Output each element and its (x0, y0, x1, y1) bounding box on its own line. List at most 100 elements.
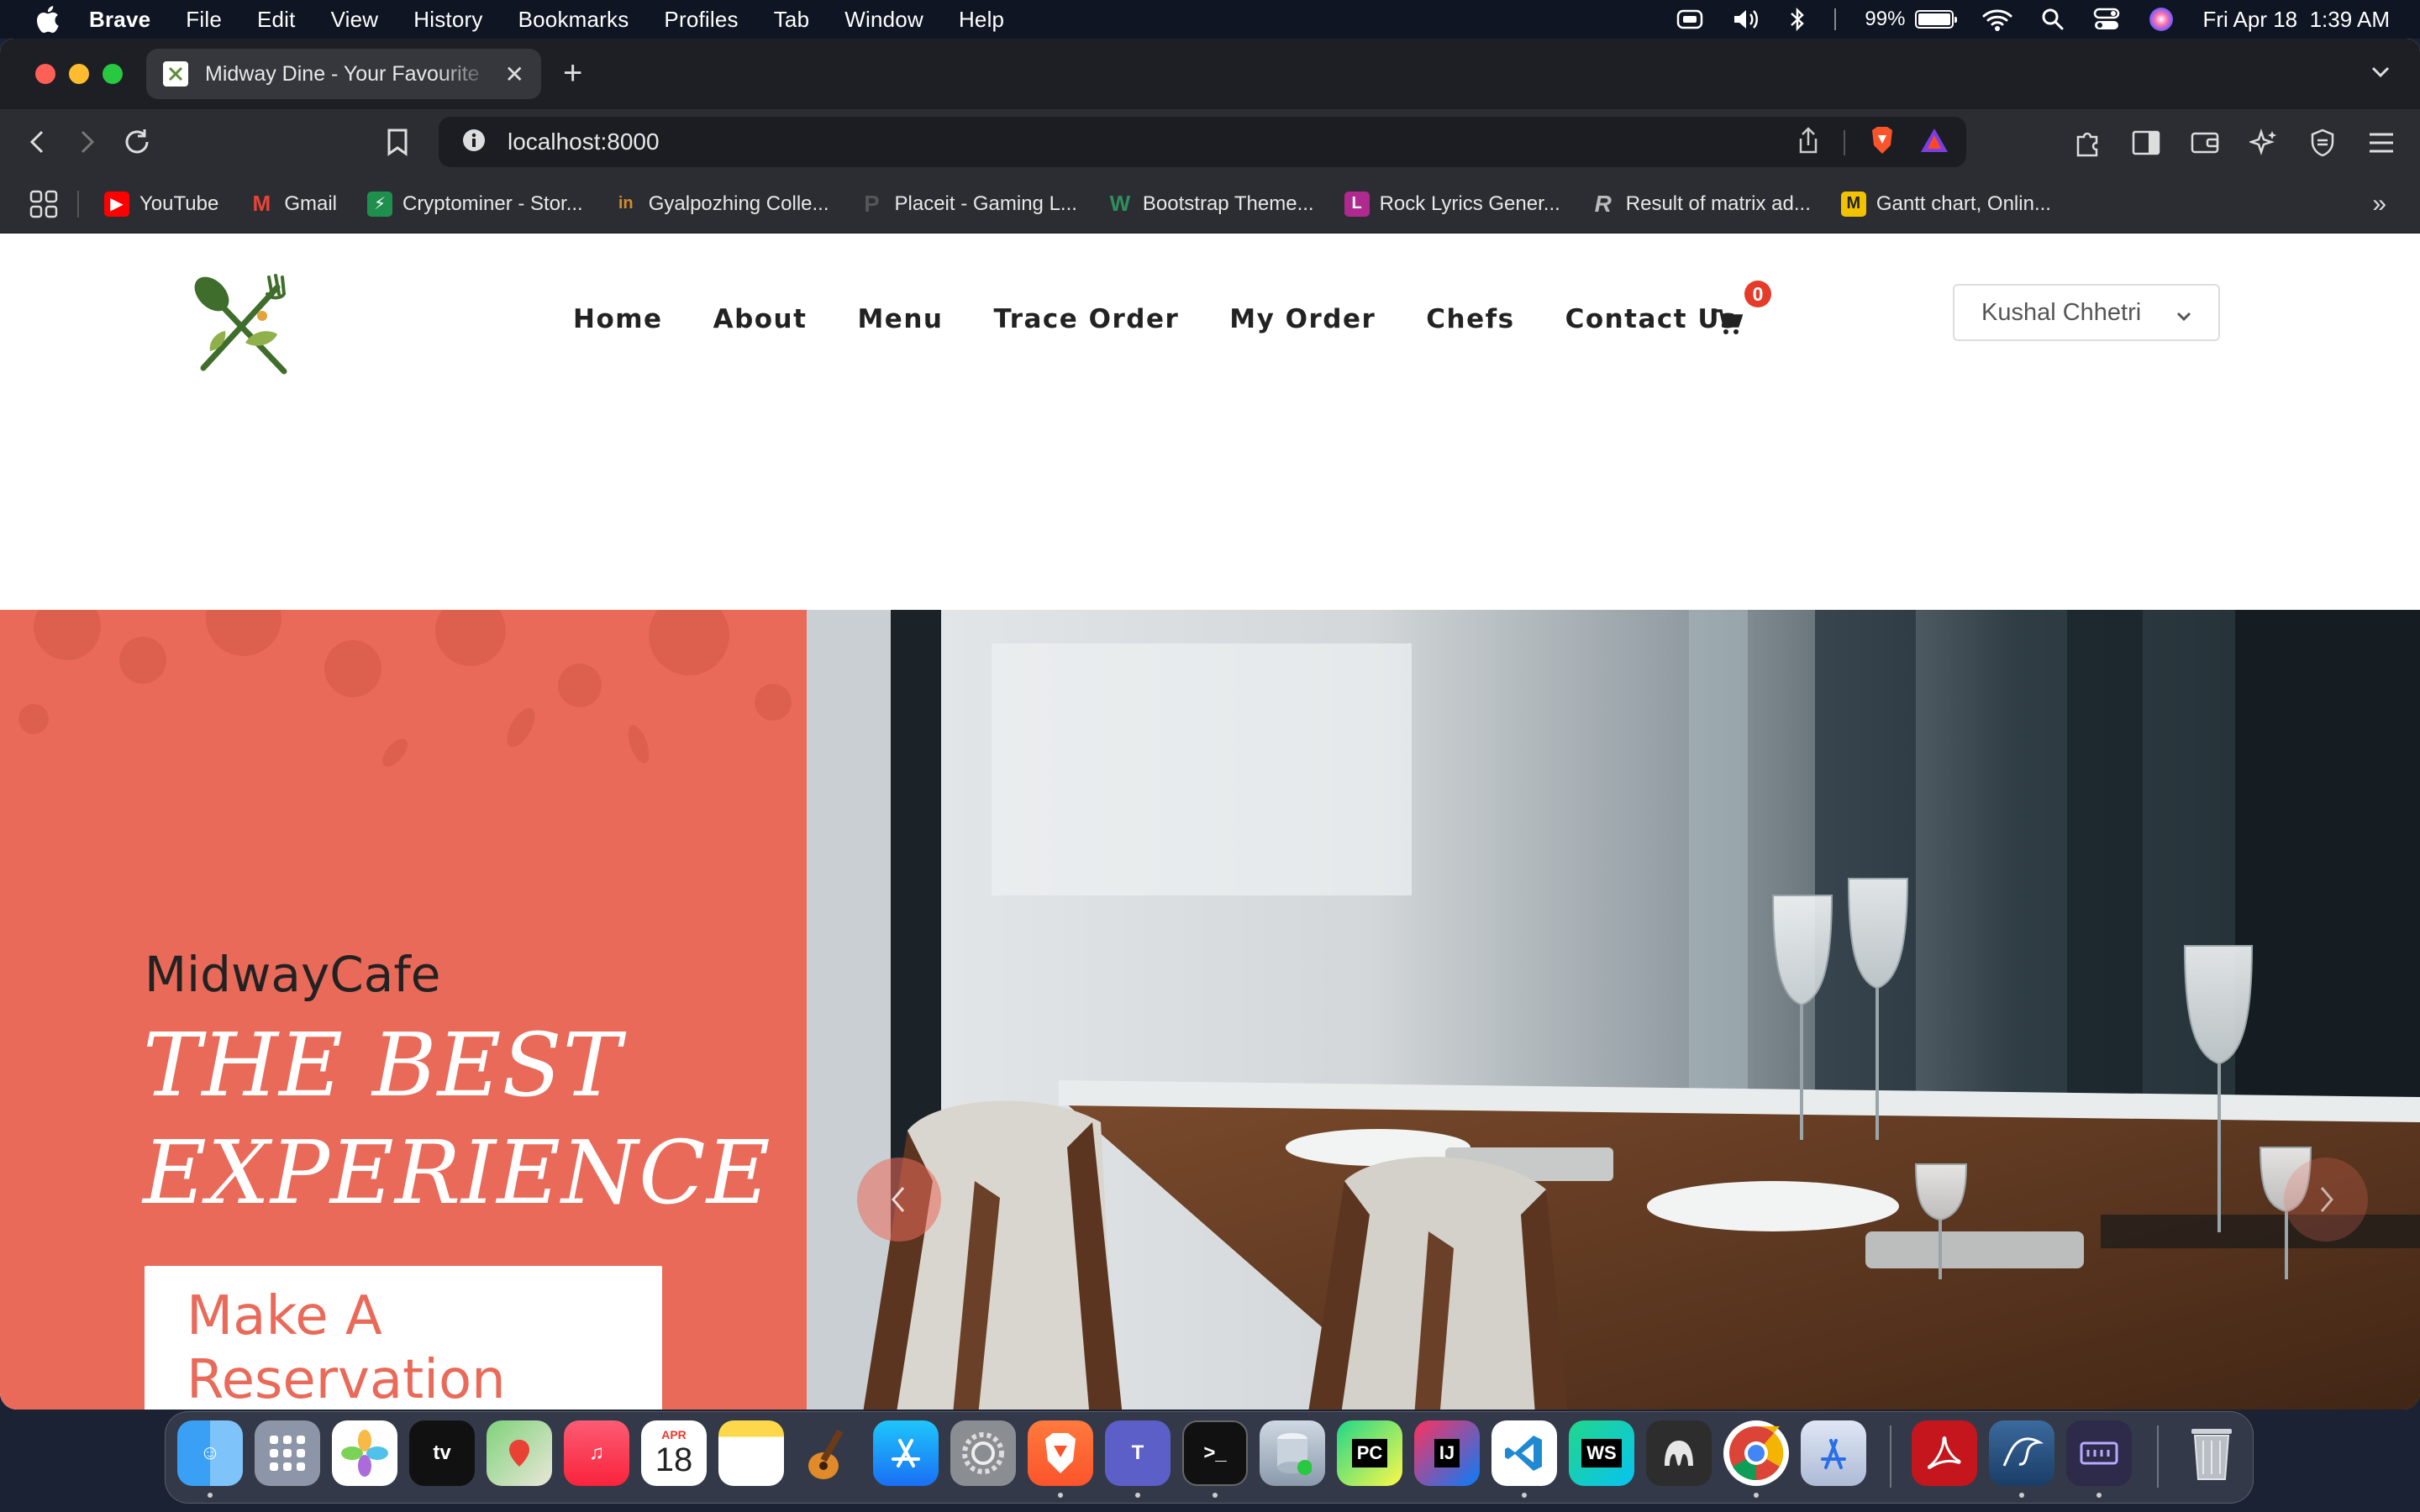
acrobat-reader-icon[interactable] (1912, 1420, 1977, 1486)
trash-icon[interactable] (2179, 1420, 2244, 1486)
menu-window[interactable]: Window (844, 7, 923, 33)
url-divider (1844, 129, 1845, 155)
microsoft-teams-icon[interactable]: T (1105, 1420, 1171, 1486)
main-menu-icon[interactable] (2365, 126, 2398, 160)
forward-button[interactable] (71, 126, 103, 158)
menu-app-name[interactable]: Brave (89, 7, 150, 33)
finder-icon[interactable]: ☺ (177, 1420, 243, 1486)
bookmark-gantt[interactable]: M Gantt chart, Onlin... (1840, 191, 2051, 217)
tab-search-chevron-icon[interactable] (2370, 60, 2391, 87)
apps-grid-icon[interactable] (29, 189, 59, 219)
address-bar[interactable]: localhost:8000 (439, 117, 1966, 167)
photos-icon[interactable] (332, 1420, 397, 1486)
dock-divider (2157, 1425, 2159, 1488)
bookmark-cryptominer[interactable]: ⚡ Cryptominer - Stor... (366, 191, 583, 217)
nav-menu[interactable]: Menu (857, 304, 943, 334)
notes-icon[interactable] (718, 1420, 784, 1486)
music-icon[interactable]: ♫ (564, 1420, 629, 1486)
reload-button[interactable] (121, 126, 153, 158)
nav-home[interactable]: Home (573, 304, 663, 334)
leo-ai-icon[interactable] (2247, 126, 2281, 160)
bookmark-rock-lyrics[interactable]: L Rock Lyrics Gener... (1344, 191, 1560, 217)
user-dropdown[interactable]: Kushal Chhetri (1953, 284, 2220, 341)
nav-trace-order[interactable]: Trace Order (993, 304, 1179, 334)
maps-icon[interactable] (487, 1420, 552, 1486)
menu-bookmarks[interactable]: Bookmarks (518, 7, 629, 33)
more-bookmarks-icon[interactable]: » (2372, 190, 2386, 218)
calendar-month: APR (661, 1428, 687, 1441)
url-text[interactable]: localhost:8000 (508, 129, 660, 155)
bookmark-gmail[interactable]: M Gmail (249, 191, 337, 217)
launchpad-icon[interactable] (255, 1420, 320, 1486)
menu-history[interactable]: History (413, 7, 482, 33)
brave-browser-icon[interactable] (1028, 1420, 1093, 1486)
chrome-icon[interactable] (1723, 1420, 1789, 1486)
minimize-window-button[interactable] (69, 64, 89, 84)
vscode-icon[interactable] (1491, 1420, 1557, 1486)
pycharm-icon[interactable]: PC (1337, 1420, 1402, 1486)
bookmark-youtube[interactable]: ▶ YouTube (104, 191, 218, 217)
mysql-workbench-icon[interactable] (1989, 1420, 2054, 1486)
menu-view[interactable]: View (331, 7, 379, 33)
brave-shields-icon[interactable] (1869, 125, 1896, 160)
vpn-shield-icon[interactable] (2306, 126, 2339, 160)
menu-help[interactable]: Help (959, 7, 1004, 33)
vpn-status-icon[interactable] (1676, 8, 1703, 30)
spotlight-search-icon[interactable] (2041, 8, 2065, 31)
database-app-icon[interactable] (1260, 1420, 1325, 1486)
wallet-icon[interactable] (2188, 126, 2222, 160)
wifi-icon[interactable] (1982, 8, 2012, 31)
menu-tab[interactable]: Tab (774, 7, 810, 33)
apple-menu-icon[interactable] (30, 3, 64, 36)
garageband-icon[interactable] (796, 1420, 861, 1486)
instruments-icon[interactable] (1801, 1420, 1866, 1486)
bookmark-gyalpozhing[interactable]: in Gyalpozhing Colle... (613, 192, 829, 217)
nav-my-order[interactable]: My Order (1229, 304, 1376, 334)
gpu-monitor-icon[interactable] (2066, 1420, 2132, 1486)
bookmark-bootstrap-theme[interactable]: W Bootstrap Theme... (1107, 191, 1314, 217)
bookmark-label: Placeit - Gaming L... (894, 192, 1077, 215)
tableplus-icon[interactable] (1646, 1420, 1712, 1486)
terminal-icon[interactable]: >_ (1182, 1420, 1248, 1486)
apple-tv-icon[interactable]: tv (409, 1420, 475, 1486)
webstorm-icon[interactable]: WS (1569, 1420, 1634, 1486)
extensions-icon[interactable] (2070, 126, 2104, 160)
carousel-next-button[interactable] (2284, 1158, 2368, 1242)
control-center-icon[interactable] (2093, 8, 2120, 31)
calendar-icon[interactable]: APR 18 (641, 1420, 707, 1486)
intellij-idea-icon[interactable]: IJ (1414, 1420, 1480, 1486)
browser-window: Midway Dine - Your Favourite ✕ + localho… (0, 39, 2420, 1410)
nav-contact-us[interactable]: Contact Us (1565, 304, 1737, 334)
menu-file[interactable]: File (186, 7, 222, 33)
site-logo-icon[interactable] (187, 269, 296, 378)
nav-chefs[interactable]: Chefs (1426, 304, 1514, 334)
back-button[interactable] (22, 126, 54, 158)
new-tab-button[interactable]: + (563, 54, 582, 92)
bookmark-placeit[interactable]: P Placeit - Gaming L... (860, 191, 1077, 217)
share-icon[interactable] (1797, 126, 1820, 159)
app-store-icon[interactable] (873, 1420, 939, 1486)
make-reservation-button[interactable]: Make A Reservation (145, 1266, 662, 1410)
volume-icon[interactable] (1732, 8, 1760, 31)
site-info-icon[interactable] (462, 129, 486, 156)
bluetooth-icon[interactable] (1789, 7, 1806, 32)
battery-icon[interactable] (1915, 10, 1958, 29)
bookmark-page-icon[interactable] (381, 126, 413, 158)
brave-rewards-icon[interactable] (1919, 127, 1949, 158)
tab-close-icon[interactable]: ✕ (505, 60, 524, 88)
bookmark-matrix[interactable]: R Result of matrix ad... (1591, 191, 1811, 217)
close-window-button[interactable] (35, 64, 55, 84)
hero-carousel: MidwayCafe THE BEST EXPERIENCE Make A Re… (0, 610, 2420, 1410)
sidebar-toggle-icon[interactable] (2129, 126, 2163, 160)
nav-about[interactable]: About (713, 304, 808, 334)
menu-edit[interactable]: Edit (257, 7, 296, 33)
clock-datetime[interactable]: Fri Apr 18 1:39 AM (2202, 7, 2390, 33)
zoom-window-button[interactable] (103, 64, 123, 84)
tab-active[interactable]: Midway Dine - Your Favourite ✕ (146, 49, 541, 99)
siri-icon[interactable] (2149, 7, 2174, 32)
menu-profiles[interactable]: Profiles (664, 7, 738, 33)
carousel-prev-button[interactable] (857, 1158, 941, 1242)
system-settings-icon[interactable] (950, 1420, 1016, 1486)
gyalpozhing-icon: in (618, 194, 634, 213)
cart-icon[interactable] (1714, 307, 1744, 336)
